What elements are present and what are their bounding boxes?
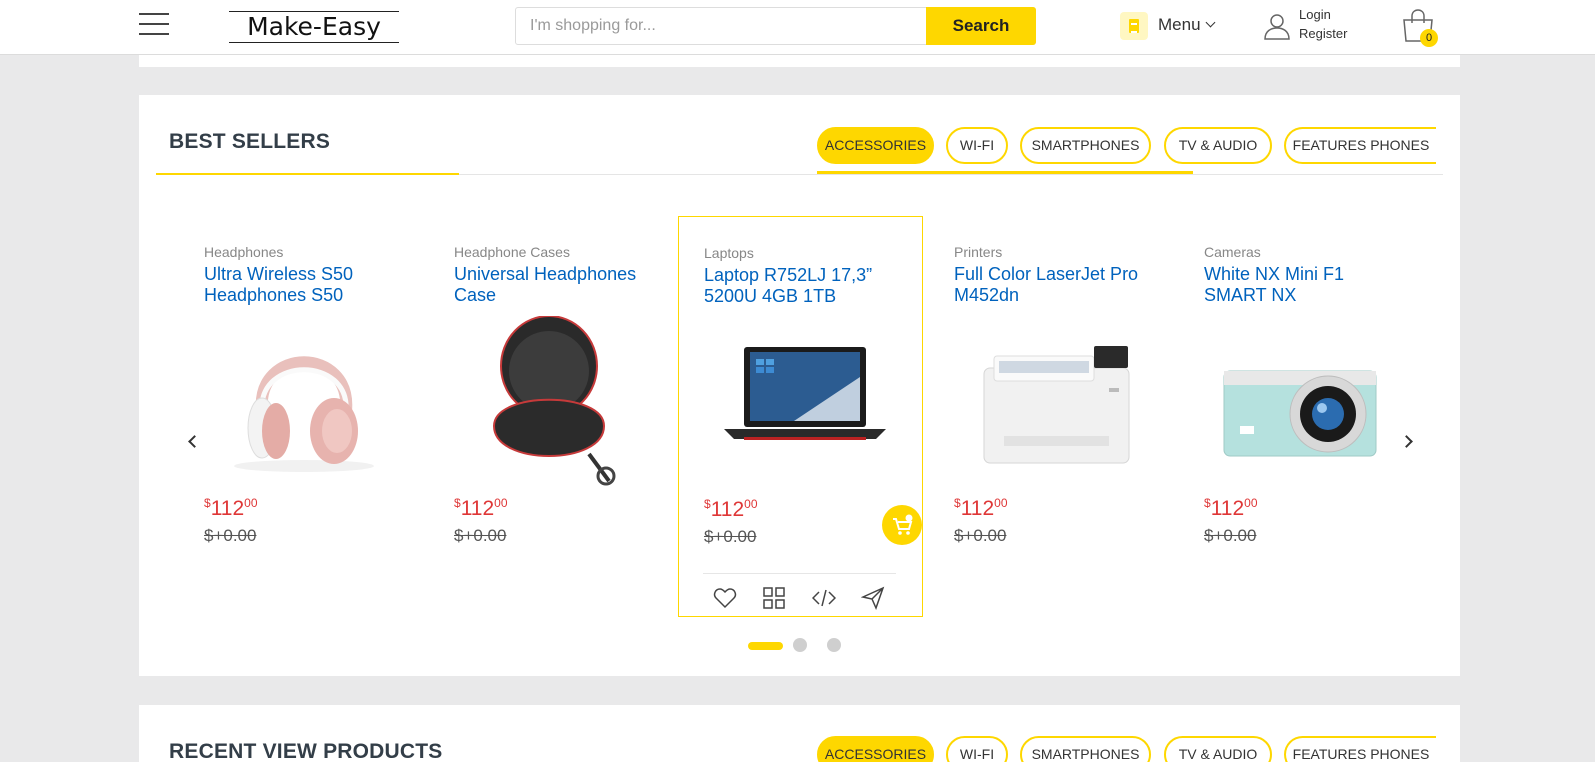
product-category[interactable]: Headphones [204, 244, 283, 260]
compare-grid-icon[interactable] [762, 586, 786, 610]
best-sellers-title: BEST SELLERS [169, 130, 331, 153]
product-name[interactable]: Laptop R752LJ 17,3” 5200U 4GB 1TB [704, 265, 904, 307]
tab-accessories[interactable]: ACCESSORIES [817, 127, 934, 164]
product-old-price: $+0.00 [454, 526, 507, 545]
product-card[interactable]: Printers Full Color LaserJet Pro M452dn … [954, 216, 1199, 617]
product-card[interactable]: Cameras White NX Mini F1 SMART NX $11200… [1204, 216, 1449, 617]
heart-icon[interactable] [713, 586, 737, 610]
recent-products-title: RECENT VIEW PRODUCTS [169, 740, 443, 762]
product-category[interactable]: Printers [954, 244, 1002, 260]
product-card-highlighted[interactable]: Laptops Laptop R752LJ 17,3” 5200U 4GB 1T… [678, 216, 923, 617]
user-icon[interactable] [1264, 12, 1290, 40]
tab-tv-audio[interactable]: TV & AUDIO [1164, 127, 1272, 164]
product-category[interactable]: Headphone Cases [454, 244, 570, 260]
search-bar: Search [515, 7, 1036, 45]
pagination-dot-1[interactable] [748, 642, 783, 650]
product-name[interactable]: Full Color LaserJet Pro M452dn [954, 264, 1154, 306]
code-icon[interactable] [812, 586, 836, 610]
headphones-image[interactable] [204, 316, 404, 486]
cart-count-badge: 0 [1420, 29, 1438, 47]
panel-previous [139, 55, 1460, 67]
laptop-image[interactable] [704, 317, 904, 487]
tab-wifi[interactable]: WI-FI [946, 127, 1008, 164]
send-icon[interactable] [861, 586, 885, 610]
headphone-case-image[interactable] [454, 316, 654, 486]
recent-tab-tv-audio[interactable]: TV & AUDIO [1164, 736, 1272, 762]
product-actions [703, 573, 896, 615]
pagination-dot-2[interactable] [793, 638, 807, 652]
register-link[interactable]: Register [1299, 26, 1347, 41]
camera-image[interactable] [1204, 316, 1404, 486]
recent-tab-features-phones[interactable]: FEATURES PHONES [1284, 736, 1436, 762]
recent-tab-smartphones[interactable]: SMARTPHONES [1020, 736, 1151, 762]
product-price: $11200 [704, 497, 758, 521]
product-old-price: $+0.00 [954, 526, 1007, 545]
menu-icon[interactable] [1120, 12, 1148, 40]
product-price: $11200 [204, 496, 258, 520]
product-card-body: Laptops Laptop R752LJ 17,3” 5200U 4GB 1T… [704, 217, 922, 547]
menu-dropdown[interactable]: Menu [1158, 15, 1201, 35]
product-card[interactable]: Headphone Cases Universal Headphones Cas… [454, 216, 699, 617]
tab-features-phones[interactable]: FEATURES PHONES [1284, 127, 1436, 164]
site-logo[interactable]: Make-Easy [229, 11, 399, 43]
product-name[interactable]: Universal Headphones Case [454, 264, 654, 306]
product-name[interactable]: Ultra Wireless S50 Headphones S50 [204, 264, 404, 306]
product-old-price: $+0.00 [204, 526, 257, 545]
login-link[interactable]: Login [1299, 7, 1331, 22]
printer-image[interactable] [954, 316, 1154, 486]
product-price: $11200 [954, 496, 1008, 520]
product-category[interactable]: Cameras [1204, 244, 1261, 260]
product-card[interactable]: Headphones Ultra Wireless S50 Headphones… [204, 216, 449, 617]
cart-plus-icon [893, 514, 913, 535]
product-name[interactable]: White NX Mini F1 SMART NX [1204, 264, 1404, 306]
product-category[interactable]: Laptops [704, 245, 754, 261]
chevron-down-icon[interactable] [1205, 17, 1216, 28]
product-price: $11200 [454, 496, 508, 520]
pagination-dot-3[interactable] [827, 638, 841, 652]
recent-tab-accessories[interactable]: ACCESSORIES [817, 736, 934, 762]
tabs-underline [817, 171, 1193, 174]
site-header: Make-Easy Search Menu Login Register 0 [0, 0, 1595, 55]
tab-smartphones[interactable]: SMARTPHONES [1020, 127, 1151, 164]
product-old-price: $+0.00 [704, 527, 757, 546]
title-underline [156, 173, 459, 175]
product-old-price: $+0.00 [1204, 526, 1257, 545]
product-price: $11200 [1204, 496, 1258, 520]
recent-tab-wifi[interactable]: WI-FI [946, 736, 1008, 762]
search-input[interactable] [516, 8, 926, 44]
hamburger-menu-icon[interactable] [139, 13, 169, 37]
add-to-cart-button[interactable] [882, 505, 922, 545]
search-button[interactable]: Search [926, 7, 1036, 45]
